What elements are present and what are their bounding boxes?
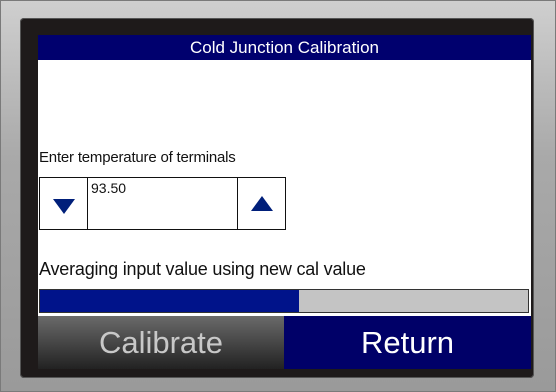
progress-bar-fill bbox=[40, 290, 299, 312]
progress-bar bbox=[39, 289, 529, 313]
decrement-button[interactable] bbox=[39, 177, 88, 230]
return-button[interactable]: Return bbox=[284, 316, 531, 369]
temperature-prompt-label: Enter temperature of terminals bbox=[39, 149, 236, 166]
page-title: Cold Junction Calibration bbox=[38, 35, 531, 60]
triangle-down-icon bbox=[53, 199, 75, 214]
temperature-value-field[interactable]: 93.50 bbox=[87, 177, 238, 230]
status-message: Averaging input value using new cal valu… bbox=[39, 259, 366, 279]
calibrate-button[interactable]: Calibrate bbox=[38, 316, 284, 369]
calibration-screen: Cold Junction Calibration Enter temperat… bbox=[38, 35, 531, 369]
temperature-entry-row: 93.50 bbox=[39, 177, 312, 230]
triangle-up-icon bbox=[251, 196, 273, 211]
increment-button[interactable] bbox=[237, 177, 286, 230]
